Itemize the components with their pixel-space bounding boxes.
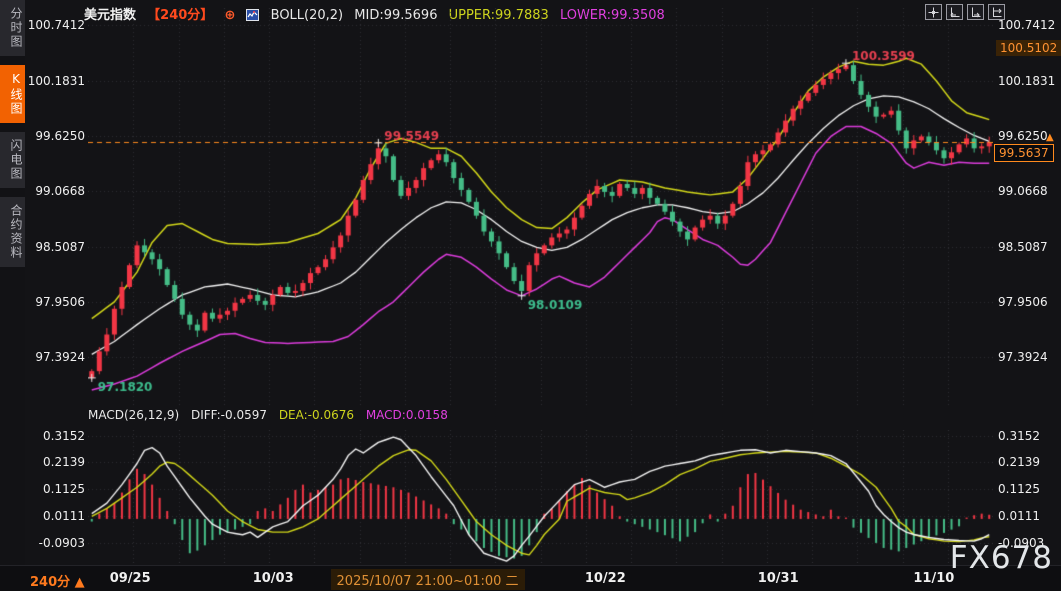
- price-axis-tick: 100.1831: [998, 74, 1055, 88]
- current-price-badge: 99.5637: [994, 144, 1054, 162]
- price-axis-right: 100.7412 100.1831 99.6250 99.0668 98.5087 97.…: [998, 0, 1061, 565]
- price-axis-tick: 100.1831: [28, 74, 85, 88]
- macd-label-bar: MACD(26,12,9) DIFF:-0.0597 DEA:-0.0676 M…: [88, 408, 456, 422]
- macd-axis-tick: 0.2139: [998, 455, 1040, 469]
- macd-axis-tick: 0.0111: [43, 509, 85, 523]
- macd-axis-tick: 0.1125: [998, 482, 1040, 496]
- price-axis-left: 100.7412 100.1831 99.6250 99.0668 98.5087 97.…: [0, 0, 85, 565]
- session-high-badge: 100.5102: [996, 40, 1061, 56]
- time-axis-label: 09/25: [110, 571, 151, 586]
- price-axis-tick: 97.9506: [35, 295, 85, 309]
- price-axis-tick: 97.9506: [998, 295, 1048, 309]
- macd-axis-tick: 0.2139: [43, 455, 85, 469]
- price-axis-tick: 98.5087: [998, 240, 1048, 254]
- macd-dea-value: DEA:-0.0676: [279, 408, 354, 422]
- time-axis-label: 10/22: [585, 571, 626, 586]
- kline-chart-canvas[interactable]: [88, 8, 993, 408]
- time-axis-label: 11/10: [913, 571, 954, 586]
- kline-app: { "palette": { "bg": "#131316", "up_red"…: [0, 0, 1061, 590]
- fx678-watermark: FX678: [950, 540, 1053, 576]
- macd-diff-value: DIFF:-0.0597: [191, 408, 267, 422]
- macd-axis-tick: 0.3152: [998, 429, 1040, 443]
- price-marker-arrow-icon: ▲: [1046, 132, 1054, 143]
- macd-params-label: MACD(26,12,9): [88, 408, 179, 422]
- price-axis-tick: 100.7412: [28, 18, 85, 32]
- macd-axis-tick: 0.1125: [43, 482, 85, 496]
- price-axis-tick: 99.0668: [35, 184, 85, 198]
- time-axis-label: 10/31: [758, 571, 799, 586]
- price-axis-tick: 99.0668: [998, 184, 1048, 198]
- price-axis-tick: 99.6250: [998, 129, 1048, 143]
- period-selector[interactable]: 240分 ▲: [30, 571, 85, 590]
- macd-macd-value: MACD:0.0158: [366, 408, 448, 422]
- price-axis-tick: 98.5087: [35, 240, 85, 254]
- price-axis-tick: 99.6250: [35, 129, 85, 143]
- price-axis-tick: 100.7412: [998, 18, 1055, 32]
- hover-datetime-badge: 2025/10/07 21:00~01:00 二: [331, 569, 525, 590]
- macd-axis-tick: 0.3152: [43, 429, 85, 443]
- time-axis-label: 10/03: [253, 571, 294, 586]
- time-axis-bar: 240分 ▲ 2025/10/07 21:00~01:00 二 09/25 10/…: [0, 565, 1061, 591]
- price-axis-tick: 97.3924: [35, 350, 85, 364]
- macd-axis-tick: -0.0903: [39, 536, 85, 550]
- price-axis-tick: 97.3924: [998, 350, 1048, 364]
- macd-axis-tick: 0.0111: [998, 509, 1040, 523]
- macd-chart-canvas[interactable]: [88, 430, 993, 563]
